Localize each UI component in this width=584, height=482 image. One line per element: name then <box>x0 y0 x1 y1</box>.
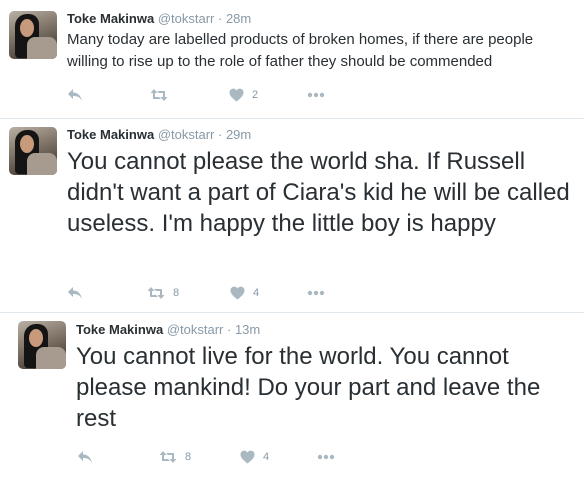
retweet-button[interactable] <box>150 85 176 105</box>
avatar[interactable] <box>18 321 66 369</box>
retweet-count: 8 <box>173 287 180 299</box>
more-icon <box>307 290 325 296</box>
avatar[interactable] <box>9 127 57 175</box>
reply-button[interactable] <box>67 85 83 105</box>
retweet-button[interactable]: 8 <box>159 447 191 467</box>
like-button[interactable]: 4 <box>240 447 269 467</box>
tweet-text: You cannot live for the world. You canno… <box>76 343 541 432</box>
tweet[interactable]: Toke Makinwa @tokstarr · 13m You cannot … <box>0 313 584 482</box>
retweet-count: 8 <box>185 451 192 463</box>
reply-icon <box>68 89 82 101</box>
separator: · <box>217 11 223 26</box>
heart-icon <box>229 88 244 102</box>
like-count: 4 <box>253 287 260 299</box>
author-name[interactable]: Toke Makinwa <box>67 11 154 26</box>
more-button[interactable] <box>307 85 325 105</box>
author-handle[interactable]: @tokstarr <box>158 127 215 142</box>
separator: · <box>217 127 223 142</box>
more-icon <box>317 454 335 460</box>
reply-icon <box>78 451 92 463</box>
reply-button[interactable] <box>67 283 83 303</box>
tweet-text: You cannot please the world sha. If Russ… <box>67 148 570 237</box>
tweet-header: Toke Makinwa @tokstarr · 29m <box>67 127 251 143</box>
timestamp[interactable]: 13m <box>235 322 260 337</box>
reply-icon <box>68 287 82 299</box>
heart-icon <box>230 286 245 300</box>
tweet[interactable]: Toke Makinwa @tokstarr · 28m Many today … <box>0 0 584 118</box>
like-count: 4 <box>263 451 270 463</box>
retweet-icon <box>147 287 165 299</box>
tweet-text: Many today are labelled products of brok… <box>67 31 534 70</box>
tweet-actions: 2 <box>67 85 357 105</box>
tweet-header: Toke Makinwa @tokstarr · 13m <box>76 322 260 338</box>
more-button[interactable] <box>317 447 335 467</box>
author-handle[interactable]: @tokstarr <box>158 11 215 26</box>
author-name[interactable]: Toke Makinwa <box>67 127 154 142</box>
avatar[interactable] <box>9 11 57 59</box>
tweet-actions: 8 4 <box>77 447 367 467</box>
timestamp[interactable]: 28m <box>226 11 251 26</box>
author-handle[interactable]: @tokstarr <box>167 322 224 337</box>
tweet[interactable]: Toke Makinwa @tokstarr · 29m You cannot … <box>0 119 584 312</box>
separator: · <box>226 322 232 337</box>
tweet-header: Toke Makinwa @tokstarr · 28m <box>67 11 251 27</box>
more-button[interactable] <box>307 283 325 303</box>
like-button[interactable]: 2 <box>229 85 258 105</box>
reply-button[interactable] <box>77 447 93 467</box>
retweet-button[interactable]: 8 <box>147 283 179 303</box>
tweet-actions: 8 4 <box>67 283 357 303</box>
timestamp[interactable]: 29m <box>226 127 251 142</box>
retweet-icon <box>150 89 168 101</box>
retweet-icon <box>159 451 177 463</box>
like-button[interactable]: 4 <box>230 283 259 303</box>
author-name[interactable]: Toke Makinwa <box>76 322 163 337</box>
more-icon <box>307 92 325 98</box>
like-count: 2 <box>252 89 259 101</box>
heart-icon <box>240 450 255 464</box>
